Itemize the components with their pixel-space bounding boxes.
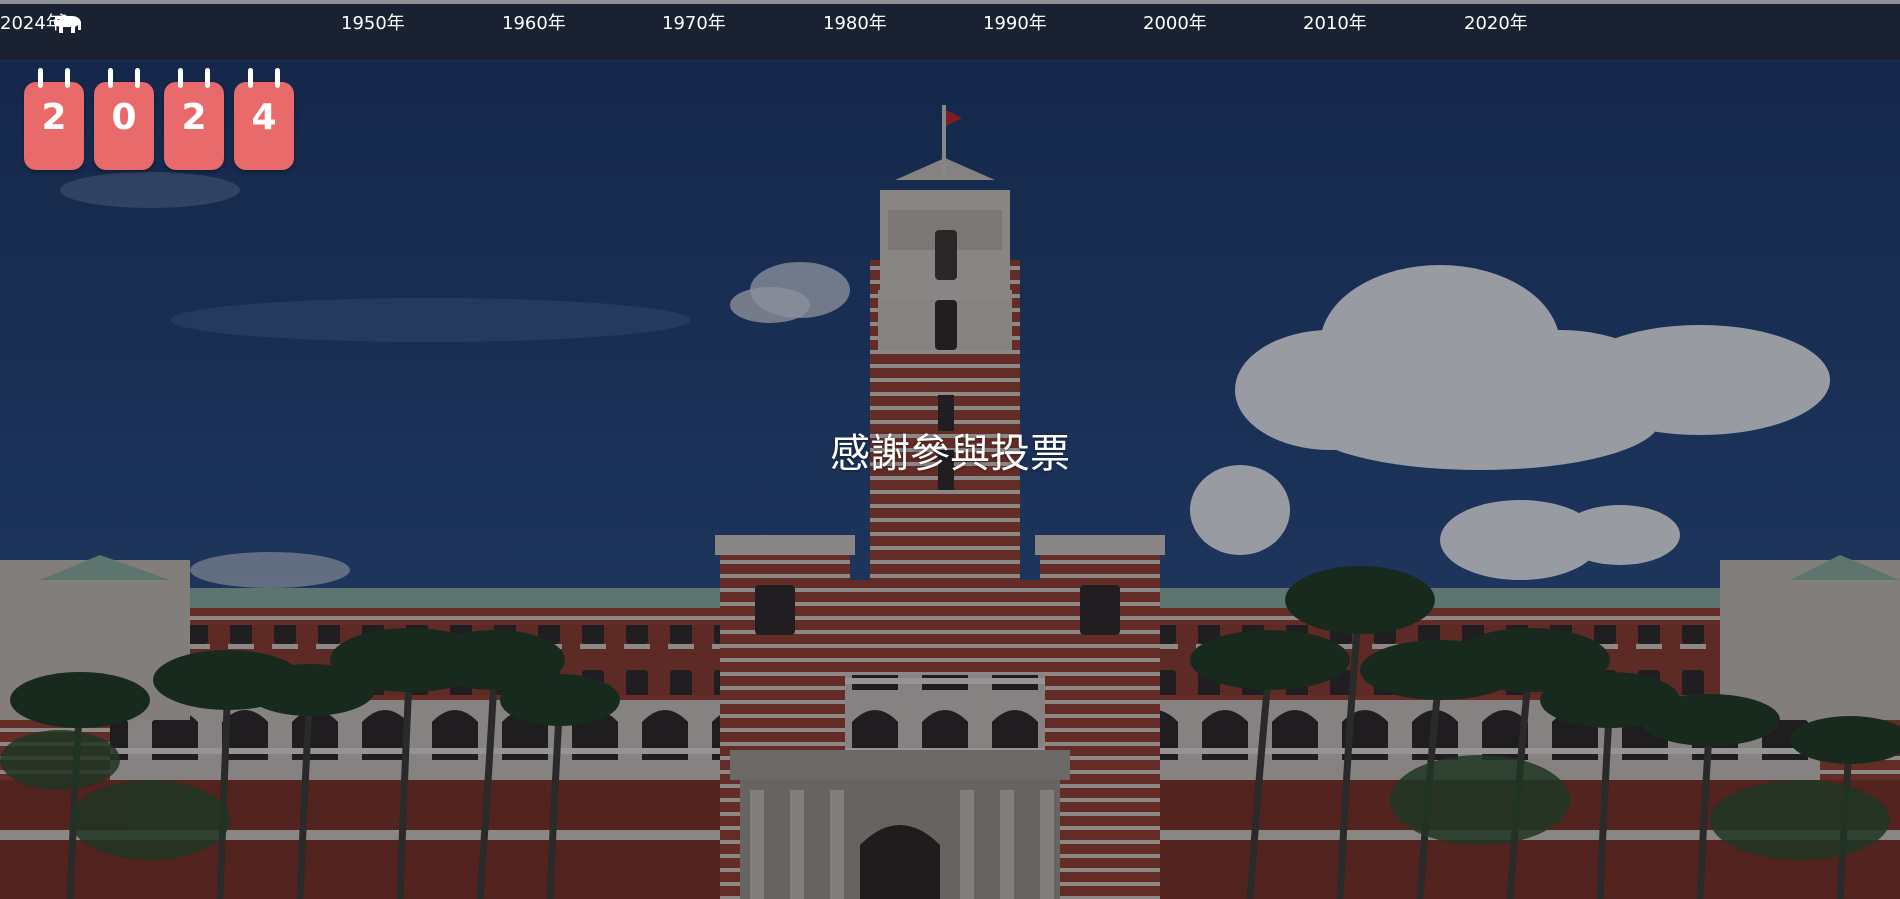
page: 1950年 1960年 1970年 1980年 1990年 2000年 2010…: [0, 0, 1900, 899]
calendar-ring: [205, 68, 210, 88]
nav-item-2020[interactable]: 2020年: [1464, 12, 1528, 36]
nav-item-1960[interactable]: 1960年: [502, 12, 566, 36]
nav-item-1990[interactable]: 1990年: [983, 12, 1047, 36]
calendar-digit: 0: [111, 97, 137, 138]
nav-item-2010[interactable]: 2010年: [1303, 12, 1367, 36]
year-navbar: 1950年 1960年 1970年 1980年 1990年 2000年 2010…: [0, 4, 1900, 60]
calendar-card: 4: [234, 68, 294, 170]
calendar-card: 0: [94, 68, 154, 170]
nav-item-2024[interactable]: 2024年: [0, 12, 64, 36]
nav-item-1950[interactable]: 1950年: [341, 12, 405, 36]
thank-you-message: 感謝參與投票: [830, 431, 1070, 477]
calendar-ring: [135, 68, 140, 88]
calendar-ring: [275, 68, 280, 88]
calendar-card: 2: [164, 68, 224, 170]
top-border: [0, 0, 1900, 4]
calendar-ring: [108, 68, 113, 88]
nav-item-1980[interactable]: 1980年: [823, 12, 887, 36]
calendar-digit: 2: [41, 97, 67, 138]
calendar-ring: [248, 68, 253, 88]
calendar-ring: [178, 68, 183, 88]
calendar-card: 2: [24, 68, 84, 170]
nav-item-1970[interactable]: 1970年: [662, 12, 726, 36]
calendar-digit: 2: [181, 97, 207, 138]
calendar-ring: [65, 68, 70, 88]
calendar-ring: [38, 68, 43, 88]
nav-item-2000[interactable]: 2000年: [1143, 12, 1207, 36]
calendar-year-display: 2 0 2 4: [24, 68, 304, 172]
calendar-digit: 4: [251, 97, 277, 138]
